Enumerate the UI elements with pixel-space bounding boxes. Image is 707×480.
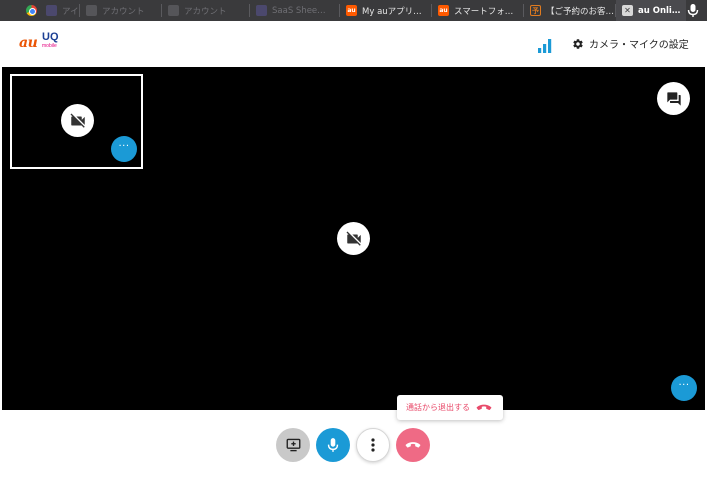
tab-title: au Onli…	[638, 5, 681, 16]
microphone-icon	[327, 438, 339, 452]
microphone-toggle-button[interactable]	[316, 428, 350, 462]
leave-call-tooltip: 通話から退出する	[397, 395, 503, 420]
screen-share-button[interactable]	[276, 428, 310, 462]
browser-tab[interactable]: au My auアプリ…	[340, 0, 432, 21]
browser-tab[interactable]: アカウント	[80, 0, 162, 21]
hang-up-button[interactable]	[396, 428, 430, 462]
chrome-icon	[26, 5, 37, 16]
video-off-indicator	[61, 104, 94, 137]
au-icon: au	[346, 5, 357, 16]
tab-title: SaaS Shee…	[272, 5, 326, 16]
remote-video-stage: ··· ···	[2, 67, 705, 410]
uq-logo: UQ	[42, 31, 59, 43]
close-icon[interactable]: ✕	[622, 5, 633, 16]
browser-tab[interactable]: SaaS Shee…	[250, 0, 340, 21]
tab-title: アカウント	[102, 6, 145, 17]
browser-tab[interactable]: 予 【ご予約のお客…	[524, 0, 616, 21]
site-icon	[256, 5, 267, 16]
self-video-tile[interactable]: ···	[10, 74, 143, 169]
browser-tab[interactable]	[20, 0, 40, 21]
site-icon	[46, 5, 57, 16]
browser-tab[interactable]: au スマートフォ…	[432, 0, 524, 21]
video-off-icon	[346, 231, 361, 246]
screen-share-icon	[286, 438, 300, 452]
self-tile-options-button[interactable]: ···	[111, 136, 137, 162]
doc-icon	[86, 5, 97, 16]
chat-icon	[666, 91, 681, 106]
browser-tab[interactable]: アカウント	[162, 0, 250, 21]
more-horizontal-icon: ···	[678, 380, 690, 391]
leave-call-label: 通話から退出する	[406, 403, 470, 412]
hang-up-icon	[405, 441, 421, 448]
settings-label: カメラ・マイクの設定	[589, 40, 689, 51]
more-options-button[interactable]	[356, 428, 390, 462]
video-off-icon	[70, 113, 85, 128]
signal-strength-icon	[538, 39, 552, 53]
remote-video-off-indicator	[337, 222, 370, 255]
microphone-icon[interactable]	[686, 3, 700, 18]
tab-title: アイ	[62, 6, 79, 17]
browser-tab-strip: アイ アカウント アカウント SaaS Shee… au My auアプリ… a…	[0, 0, 707, 21]
uq-mobile-logo: mobile	[42, 43, 57, 49]
more-horizontal-icon: ···	[118, 141, 130, 152]
more-vertical-icon	[371, 438, 375, 452]
au-logo: au	[19, 35, 38, 51]
remote-tile-options-button[interactable]: ···	[671, 375, 697, 401]
au-icon: au	[438, 5, 449, 16]
tab-title: 【ご予約のお客…	[546, 6, 615, 17]
hang-up-icon	[476, 404, 492, 410]
doc-icon	[168, 5, 179, 16]
gear-icon	[573, 38, 583, 49]
reserve-icon: 予	[530, 5, 541, 16]
tab-title: My auアプリ…	[362, 6, 422, 17]
tab-title: アカウント	[184, 6, 227, 17]
app-header: au UQ mobile カメラ・マイクの設定	[0, 21, 707, 67]
browser-tab-active[interactable]: ✕ au Onli…	[616, 0, 686, 21]
camera-mic-settings-button[interactable]: カメラ・マイクの設定	[572, 36, 689, 51]
chat-button[interactable]	[657, 82, 690, 115]
tab-title: スマートフォ…	[454, 6, 514, 17]
browser-tab[interactable]: アイ	[40, 0, 80, 21]
